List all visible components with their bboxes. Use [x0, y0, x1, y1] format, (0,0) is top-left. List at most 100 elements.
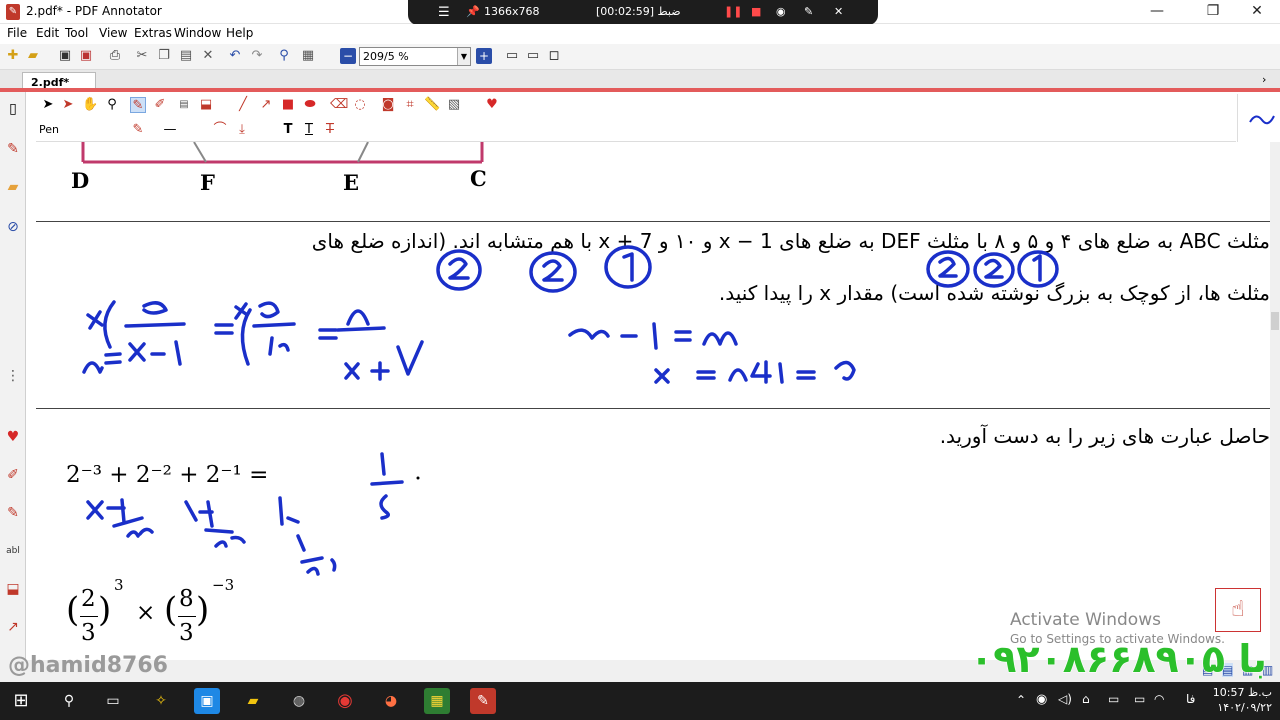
copy-icon[interactable]: ❐	[156, 48, 172, 64]
save-icon[interactable]: ▣	[57, 48, 73, 64]
pen-color-icon[interactable]: ✎	[130, 122, 146, 138]
text-tool-icon[interactable]: ▤	[176, 97, 192, 113]
chevron-down-icon[interactable]: ▼	[457, 48, 470, 65]
save-as-icon[interactable]: ▣	[78, 48, 94, 64]
pause-icon[interactable]: ❚❚	[724, 5, 742, 18]
wifi-icon[interactable]: ◠	[1154, 692, 1164, 706]
ellipse-tool-icon[interactable]: ⬬	[302, 97, 318, 113]
cut-icon[interactable]: ✂	[134, 48, 150, 64]
pencil-icon[interactable]: ✎	[4, 504, 22, 522]
task-view-icon[interactable]: ▭	[100, 688, 126, 714]
zoom-in-icon[interactable]: +	[476, 48, 492, 64]
draw-icon[interactable]: ✎	[804, 5, 813, 18]
smooth-icon[interactable]: ⌒	[212, 122, 228, 138]
rectangle-tool-icon[interactable]: ■	[280, 97, 296, 113]
select-annotation-icon[interactable]: ➤	[60, 97, 76, 113]
zoom-tool-icon[interactable]: ⚲	[104, 97, 120, 113]
camera-icon[interactable]: ◉	[776, 5, 786, 18]
find-icon[interactable]: ⚲	[276, 48, 292, 64]
redo-icon[interactable]: ↷	[249, 48, 265, 64]
file-explorer-icon[interactable]: ✧	[148, 688, 174, 714]
text-strike-icon[interactable]: T	[322, 122, 338, 138]
volume-icon[interactable]: ◁)	[1058, 692, 1072, 706]
attachment-icon[interactable]: ⊘	[4, 218, 22, 236]
page-thumbnail-icon[interactable]: ▯	[4, 100, 22, 118]
menu-help[interactable]: Help	[226, 26, 253, 40]
display-icon[interactable]: ▭	[1134, 692, 1145, 706]
stop-icon[interactable]: ■	[751, 5, 761, 18]
menu-file[interactable]: File	[7, 26, 27, 40]
pressure-icon[interactable]: ⤓	[234, 122, 250, 138]
document-page[interactable]: D F E C مثلث ABC به ضلع های ۴ و ۵ و ۸ با…	[36, 142, 1270, 660]
battery-icon[interactable]: ▭	[1108, 692, 1119, 706]
full-screen-icon[interactable]: ◻	[546, 48, 562, 64]
new-icon[interactable]: ✚	[5, 48, 21, 64]
pen-tool-icon[interactable]: ✎	[130, 97, 146, 113]
chat-app-icon[interactable]: ▦	[424, 688, 450, 714]
vertical-scrollbar[interactable]	[1270, 142, 1280, 660]
close-recorder-icon[interactable]: ✕	[834, 5, 843, 18]
promo-banner: جهت هماهنگی کلاس آنلاین و خصوصی با ۰۹۲۰۸…	[8, 634, 1280, 682]
snapshot-icon[interactable]: ◙	[380, 97, 396, 113]
folder-taskbar-icon[interactable]: ▰	[240, 688, 266, 714]
record-tray-icon[interactable]: ◉	[1036, 692, 1047, 707]
crop-icon[interactable]: ⌗	[402, 97, 418, 113]
app-window-icon[interactable]: ▣	[194, 688, 220, 714]
line-tool-icon[interactable]: ╱	[235, 97, 251, 113]
fit-width-icon[interactable]: ▭	[525, 48, 541, 64]
vertical-scroll-thumb[interactable]	[1271, 312, 1279, 330]
text-underline-icon[interactable]: T	[301, 122, 317, 138]
paste-icon[interactable]: ▤	[178, 48, 194, 64]
menu-view[interactable]: View	[99, 26, 127, 40]
menu-tool[interactable]: Tool	[65, 26, 88, 40]
close-button[interactable]: ✕	[1234, 0, 1280, 24]
collapse-icon[interactable]: ⋮	[4, 367, 22, 385]
stamp-icon[interactable]: ⬓	[4, 580, 22, 598]
restore-button[interactable]: ❐	[1190, 0, 1236, 24]
hand-cursor-icon[interactable]: ☝	[1215, 588, 1261, 632]
search-icon[interactable]: ⚲	[56, 688, 82, 714]
fit-page-icon[interactable]: ▭	[504, 48, 520, 64]
select-arrow-icon[interactable]: ➤	[40, 97, 56, 113]
settings-app-icon[interactable]: ◍	[286, 688, 312, 714]
recorder-bar: ☰ 📌 1366x768 ضبط [00:02:59] ❚❚ ■ ◉ ✎ ✕	[408, 0, 878, 25]
highlighter-icon[interactable]: ✐	[4, 466, 22, 484]
pdf-annotator-taskbar-icon[interactable]: ✎	[470, 688, 496, 714]
delete-icon[interactable]: ✕	[200, 48, 216, 64]
text-format-icon[interactable]: T	[280, 122, 296, 138]
menu-window[interactable]: Window	[174, 26, 221, 40]
recorder-app-icon[interactable]: ◉	[332, 688, 358, 714]
print-icon[interactable]: ⎙	[107, 48, 123, 64]
arrow-tool-icon[interactable]: ↗	[258, 97, 274, 113]
text-box-icon[interactable]: abl	[4, 542, 22, 560]
menu-extras[interactable]: Extras	[134, 26, 172, 40]
layout-icon[interactable]: ▦	[300, 48, 316, 64]
pen-sidebar-icon[interactable]: ✎	[4, 140, 22, 158]
lasso-icon[interactable]: ◌	[352, 97, 368, 113]
marker-icon[interactable]: ✐	[152, 97, 168, 113]
windows-start-icon[interactable]: ⊞	[8, 688, 34, 714]
favorites-icon[interactable]: ♥	[4, 428, 22, 446]
menu-lines-icon[interactable]: ☰	[438, 5, 450, 20]
insert-image-icon[interactable]: ▧	[446, 97, 462, 113]
line-width-icon[interactable]: —	[162, 122, 178, 138]
network-icon[interactable]: ⌂	[1082, 692, 1090, 706]
zoom-field[interactable]: 209/5 % ▼	[359, 47, 471, 66]
ruler-icon[interactable]: 📏	[424, 97, 440, 113]
undo-icon[interactable]: ↶	[227, 48, 243, 64]
clock[interactable]: ب.ظ 10:57 ۱۴۰۲/۰۹/۲۲	[1213, 685, 1272, 715]
menu-edit[interactable]: Edit	[36, 26, 59, 40]
firefox-icon[interactable]: ◕	[378, 688, 404, 714]
eraser-icon[interactable]: ⌫	[330, 97, 348, 113]
favorite-tools-icon[interactable]: ♥	[484, 97, 500, 113]
chevron-up-icon[interactable]: ⌃	[1016, 693, 1026, 707]
pin-icon[interactable]: 📌	[466, 5, 480, 18]
zoom-out-icon[interactable]: −	[340, 48, 356, 64]
tab-scroll-icon[interactable]: ›	[1262, 73, 1266, 86]
minimize-button[interactable]: —	[1134, 0, 1180, 24]
folder-icon[interactable]: ▰	[4, 178, 22, 196]
stamp-tool-icon[interactable]: ⬓	[198, 97, 214, 113]
open-icon[interactable]: ▰	[25, 48, 41, 64]
hand-icon[interactable]: ✋	[82, 97, 98, 113]
language-indicator[interactable]: فا	[1186, 692, 1195, 706]
